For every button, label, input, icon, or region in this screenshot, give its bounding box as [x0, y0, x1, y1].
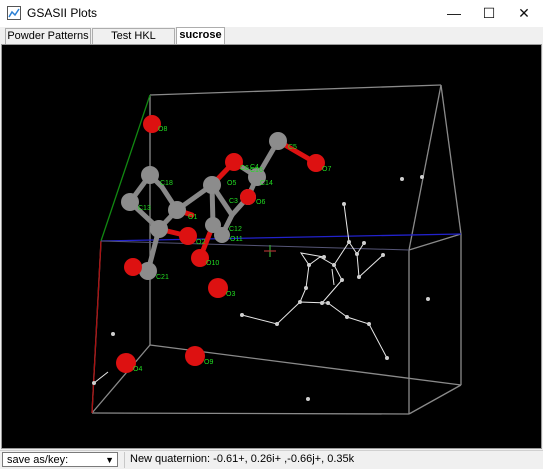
title-bar: GSASII Plots — ☐ ✕	[0, 0, 543, 27]
status-divider	[124, 452, 125, 468]
svg-text:C18: C18	[160, 180, 173, 187]
svg-text:O7: O7	[322, 166, 331, 173]
svg-text:C5: C5	[288, 144, 297, 151]
svg-text:C12: C12	[229, 226, 242, 233]
tab-sucrose[interactable]: sucrose	[176, 27, 225, 45]
tab-bar: Powder Patterns Test HKL phases sucrose	[0, 27, 543, 57]
save-as-key-label: save as/key:	[7, 454, 69, 466]
axis-a	[91, 240, 102, 414]
window-title: GSASII Plots	[27, 6, 98, 20]
svg-text:O4: O4	[133, 366, 142, 373]
tab-test-hkl-phases[interactable]: Test HKL phases	[92, 28, 175, 57]
svg-text:O2: O2	[196, 239, 205, 246]
structure-3d-view[interactable]: O8 C5 O7 C6 C4 O6 O5 C3 O4 O3 O2 O10 O11…	[2, 45, 542, 449]
svg-text:O5: O5	[227, 180, 236, 187]
status-message: New quaternion: -0.61+, 0.26i+ ,-0.66j+,…	[130, 453, 355, 465]
molecule-bonds	[127, 138, 319, 274]
svg-text:O9: O9	[204, 359, 213, 366]
svg-text:O1: O1	[188, 214, 197, 221]
svg-text:O10: O10	[206, 260, 219, 267]
svg-text:C3: C3	[229, 198, 238, 205]
svg-text:O8: O8	[158, 126, 167, 133]
status-bar: save as/key: ▼ New quaternion: -0.61+, 0…	[0, 450, 543, 469]
svg-text:O11: O11	[230, 236, 243, 243]
tab-powder-patterns[interactable]: Powder Patterns	[5, 28, 91, 44]
view-center-marker	[264, 245, 276, 257]
svg-text:C6: C6	[240, 165, 249, 172]
close-button[interactable]: ✕	[507, 0, 541, 26]
save-as-key-dropdown[interactable]: save as/key: ▼	[2, 452, 118, 467]
svg-text:C16: C16	[250, 167, 263, 174]
minimize-button[interactable]: —	[437, 0, 471, 26]
plot-canvas[interactable]: O8 C5 O7 C6 C4 O6 O5 C3 O4 O3 O2 O10 O11…	[1, 44, 542, 449]
app-icon	[7, 6, 21, 20]
axis-b	[100, 94, 151, 242]
chevron-down-icon: ▼	[105, 455, 114, 465]
svg-text:O3: O3	[226, 291, 235, 298]
svg-text:C13: C13	[138, 205, 151, 212]
maximize-button[interactable]: ☐	[472, 0, 506, 26]
svg-text:O6: O6	[256, 199, 265, 206]
svg-text:C21: C21	[156, 274, 169, 281]
svg-text:C14: C14	[260, 180, 273, 187]
